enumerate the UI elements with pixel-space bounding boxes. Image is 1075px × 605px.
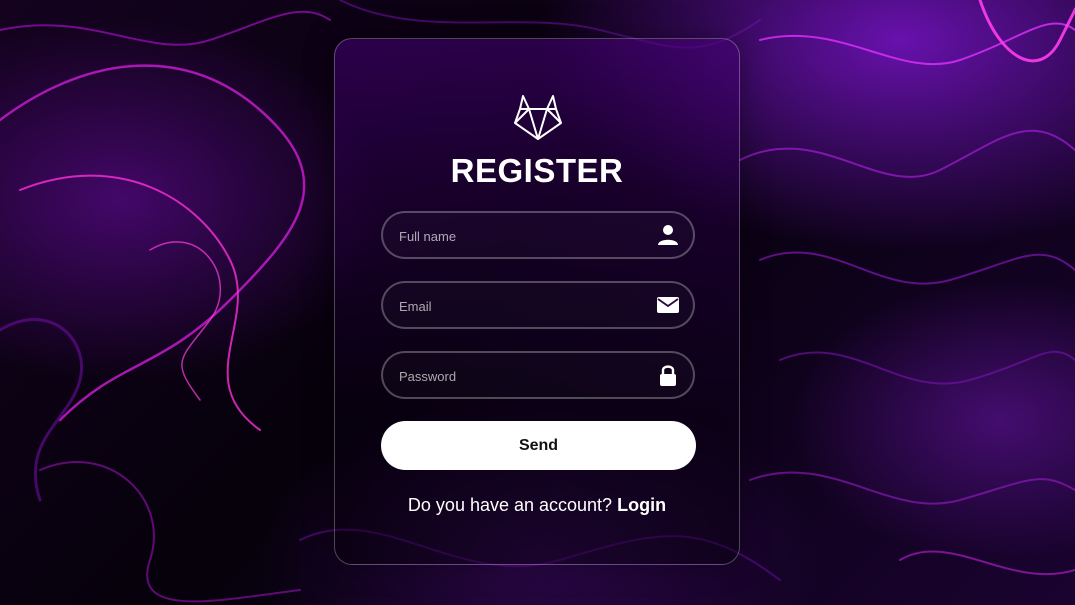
account-prompt-text: Do you have an account? (407, 495, 613, 515)
account-prompt: Do you have an account? Login (335, 495, 739, 516)
login-link[interactable]: Login (617, 495, 666, 515)
full-name-input[interactable] (397, 213, 651, 259)
password-field[interactable] (381, 351, 695, 399)
email-input[interactable] (397, 283, 651, 329)
user-icon (658, 225, 678, 245)
email-field[interactable] (381, 281, 695, 329)
page-title: REGISTER (450, 152, 624, 189)
password-input[interactable] (397, 353, 651, 399)
lock-icon (660, 365, 676, 386)
envelope-icon (657, 297, 679, 313)
full-name-field[interactable] (381, 211, 695, 259)
send-button[interactable]: Send (381, 421, 696, 470)
register-card: REGISTER Send Do you have an account? Lo… (334, 38, 740, 565)
fox-logo-icon (514, 95, 562, 140)
